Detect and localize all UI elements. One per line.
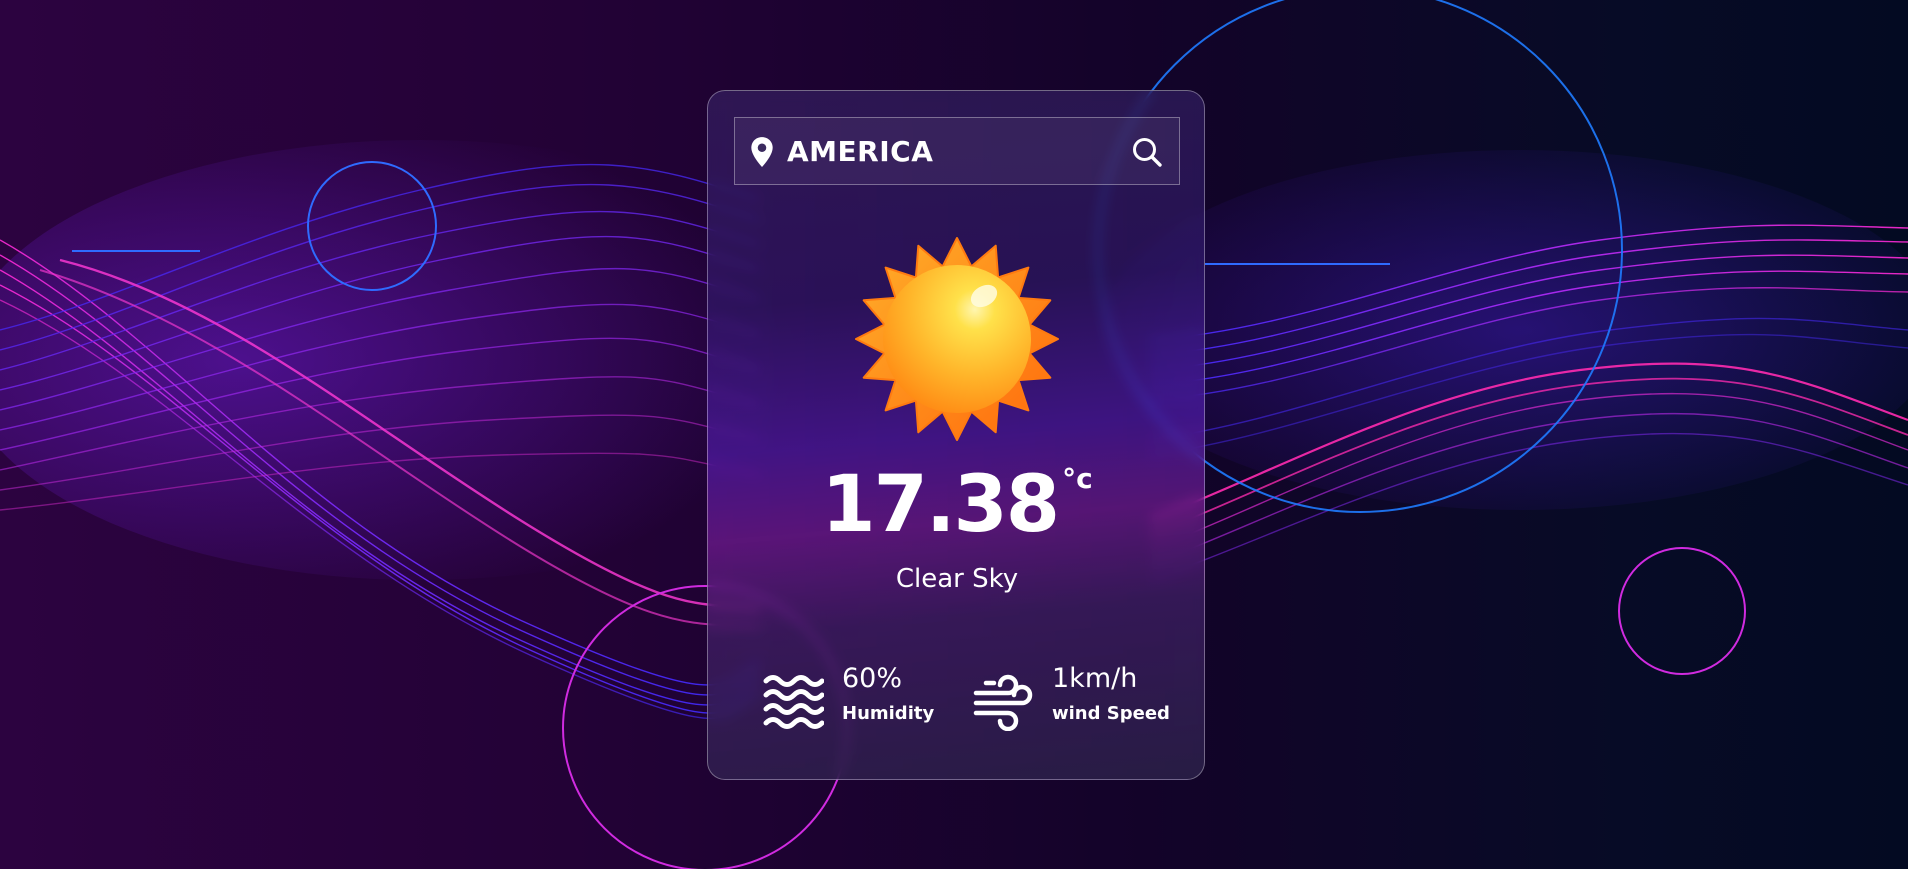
location-search-bar[interactable]: [734, 117, 1180, 185]
map-pin-icon: [751, 137, 773, 167]
wind-speed-detail: 1km/h wind Speed: [972, 663, 1182, 733]
wind-icon: [973, 674, 1033, 731]
waves-icon: [763, 675, 824, 729]
temperature-value: 17.38: [821, 460, 1060, 550]
humidity-value: 60%: [842, 663, 903, 694]
weather-condition: Clear Sky: [895, 564, 1019, 594]
wind-speed-label: wind Speed: [1052, 703, 1170, 724]
temperature-display: 17.38 °c: [708, 460, 1204, 550]
search-icon[interactable]: [1131, 136, 1163, 168]
app-background: 17.38°c Clear Sky 60% Humidity: [0, 0, 1908, 869]
humidity-detail: 60% Humidity: [762, 663, 942, 733]
city-search-input[interactable]: [787, 130, 1107, 172]
temperature-unit: °c: [1062, 462, 1093, 495]
sun-icon: [855, 237, 1059, 441]
weather-card: 17.38°c Clear Sky 60% Humidity: [707, 90, 1205, 780]
humidity-label: Humidity: [842, 703, 935, 724]
wind-speed-value: 1km/h: [1052, 663, 1138, 694]
